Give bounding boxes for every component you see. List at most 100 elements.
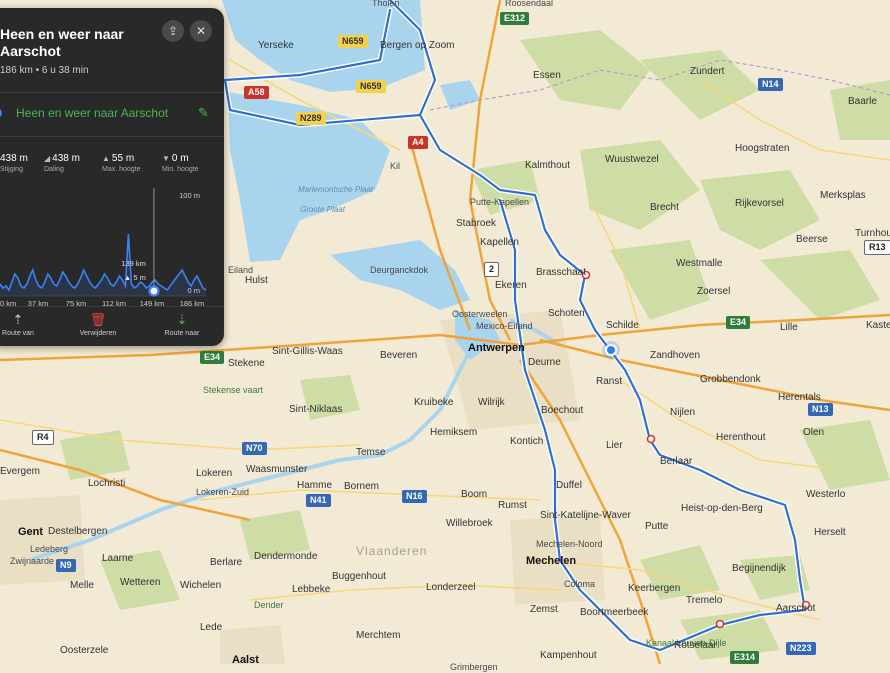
map-label[interactable]: Wetteren bbox=[120, 577, 160, 589]
map-label[interactable]: Merksplas bbox=[820, 190, 866, 202]
map-label[interactable]: Boechout bbox=[541, 405, 583, 417]
map-label[interactable]: Lokeren-Zuid bbox=[196, 486, 249, 498]
map-label[interactable]: Rotselaar bbox=[674, 640, 717, 652]
map-label[interactable]: Grimbergen bbox=[450, 661, 498, 673]
map-label[interactable]: Dender bbox=[254, 599, 284, 611]
map-label[interactable]: Putte-Kapellen bbox=[470, 196, 529, 208]
map-label[interactable]: Turnhout bbox=[855, 228, 890, 240]
map-label[interactable]: Heist-op-den-Berg bbox=[681, 503, 763, 515]
map-label[interactable]: Westerlo bbox=[806, 489, 845, 501]
map-label[interactable]: Lier bbox=[606, 440, 623, 452]
map-label[interactable]: Schilde bbox=[606, 320, 639, 332]
map-label[interactable]: Duffel bbox=[556, 480, 582, 492]
map-label[interactable]: Olen bbox=[803, 427, 824, 439]
map-label[interactable]: Mexico-Eiland bbox=[476, 320, 533, 332]
map-label[interactable]: Hulst bbox=[245, 275, 268, 287]
map-label[interactable]: Stekene bbox=[228, 358, 265, 370]
map-label[interactable]: Melle bbox=[70, 580, 94, 592]
delete-button[interactable]: 🗑 Verwijderen bbox=[74, 313, 122, 338]
map-label[interactable]: Boom bbox=[461, 489, 487, 501]
map-label[interactable]: Eiland bbox=[228, 264, 253, 276]
map-label[interactable]: Antwerpen bbox=[468, 342, 525, 354]
map-label[interactable]: Waasmunster bbox=[246, 464, 307, 476]
map-label[interactable]: Tholen bbox=[372, 0, 400, 9]
map-label[interactable]: Mechelen bbox=[526, 555, 576, 567]
map-label[interactable]: Zandhoven bbox=[650, 350, 700, 362]
share-button[interactable]: ⇪ bbox=[162, 20, 184, 42]
map-label[interactable]: Vlaanderen bbox=[356, 545, 427, 557]
map-label[interactable]: Begijnendijk bbox=[732, 563, 786, 575]
map-label[interactable]: Groote Plaat bbox=[300, 204, 345, 216]
map-label[interactable]: Sint-Gillis-Waas bbox=[272, 346, 343, 358]
route-stop-pin[interactable] bbox=[646, 434, 656, 444]
map-label[interactable]: Wichelen bbox=[180, 580, 221, 592]
map-label[interactable]: Zwijnaarde bbox=[10, 555, 54, 567]
map-label[interactable]: Gent bbox=[18, 526, 43, 538]
route-from-button[interactable]: ⇡ Route van bbox=[0, 313, 36, 338]
map-label[interactable]: Mechelen-Noord bbox=[536, 538, 603, 550]
map-label[interactable]: Herselt bbox=[814, 527, 846, 539]
edit-pencil-icon[interactable]: ✎ bbox=[198, 105, 209, 121]
map-label[interactable]: Ekeren bbox=[495, 280, 527, 292]
map-label[interactable]: Beerse bbox=[796, 234, 828, 246]
map-label[interactable]: Aalst bbox=[232, 654, 259, 666]
map-label[interactable]: Stabroek bbox=[456, 218, 496, 230]
map-label[interactable]: Hoogstraten bbox=[735, 143, 789, 155]
map-label[interactable]: Essen bbox=[533, 70, 561, 82]
map-label[interactable]: Deurganckdok bbox=[370, 264, 428, 276]
map-label[interactable]: Zoersel bbox=[697, 286, 730, 298]
map-label[interactable]: Oosterweelen bbox=[452, 308, 508, 320]
map-label[interactable]: Lille bbox=[780, 322, 798, 334]
map-label[interactable]: Deurne bbox=[528, 357, 561, 369]
map-label[interactable]: Lebbeke bbox=[292, 584, 330, 596]
map-label[interactable]: Lochristi bbox=[88, 478, 125, 490]
map-label[interactable]: Coloma bbox=[564, 578, 595, 590]
map-label[interactable]: Kasterlee bbox=[866, 320, 890, 332]
map-label[interactable]: Lede bbox=[200, 622, 222, 634]
close-button[interactable]: ✕ bbox=[190, 20, 212, 42]
map-label[interactable]: Westmalle bbox=[676, 258, 723, 270]
map-label[interactable]: Wilrijk bbox=[478, 397, 505, 409]
map-label[interactable]: Kontich bbox=[510, 436, 543, 448]
map-label[interactable]: Sint-Katelijne-Waver bbox=[540, 510, 631, 522]
route-stop-pin[interactable] bbox=[715, 619, 725, 629]
map-label[interactable]: Kil bbox=[390, 160, 400, 172]
map-label[interactable]: Oosterzele bbox=[60, 645, 108, 657]
map-label[interactable]: Temse bbox=[356, 447, 385, 459]
map-label[interactable]: Brecht bbox=[650, 202, 679, 214]
map-label[interactable]: Kapellen bbox=[480, 237, 519, 249]
current-location-marker[interactable] bbox=[602, 341, 620, 359]
map-label[interactable]: Bornem bbox=[344, 481, 379, 493]
route-name-field[interactable]: Heen en weer naar Aarschot bbox=[16, 106, 168, 120]
map-label[interactable]: Baarle bbox=[848, 96, 877, 108]
map-label[interactable]: Ledeberg bbox=[30, 543, 68, 555]
map-label[interactable]: Hamme bbox=[297, 480, 332, 492]
map-label[interactable]: Hemiksem bbox=[430, 427, 477, 439]
map-label[interactable]: Zundert bbox=[690, 66, 724, 78]
map-label[interactable]: Rumst bbox=[498, 500, 527, 512]
map-label[interactable]: Grobbendonk bbox=[700, 374, 761, 386]
map-label[interactable]: Buggenhout bbox=[332, 571, 386, 583]
map-label[interactable]: Boortmeerbeek bbox=[580, 607, 648, 619]
map-label[interactable]: Dendermonde bbox=[254, 551, 317, 563]
map-label[interactable]: Merchtem bbox=[356, 630, 400, 642]
map-label[interactable]: Keerbergen bbox=[628, 583, 680, 595]
map-label[interactable]: Yerseke bbox=[258, 40, 294, 52]
map-label[interactable]: Schoten bbox=[548, 308, 585, 320]
map-label[interactable]: Wuustwezel bbox=[605, 154, 659, 166]
map-label[interactable]: Sint-Niklaas bbox=[289, 404, 342, 416]
map-label[interactable]: Tremelo bbox=[686, 595, 722, 607]
map-label[interactable]: Bergen op Zoom bbox=[380, 40, 455, 52]
map-label[interactable]: Marlemontsche Plaat bbox=[298, 184, 373, 196]
map-label[interactable]: Destelbergen bbox=[48, 526, 107, 538]
route-to-button[interactable]: ⇣ Route naar bbox=[158, 313, 206, 338]
map-label[interactable]: Willebroek bbox=[446, 518, 493, 530]
map-label[interactable]: Londerzeel bbox=[426, 582, 475, 594]
map-label[interactable]: Laarne bbox=[102, 553, 133, 565]
map-label[interactable]: Berlaar bbox=[660, 456, 692, 468]
elevation-chart[interactable]: 100 m0 m139 km▲ 5 m0 km 37 km 75 km 112 km 1… bbox=[0, 178, 224, 308]
map-label[interactable]: Lokeren bbox=[196, 468, 232, 480]
map-label[interactable]: Beveren bbox=[380, 350, 417, 362]
map-label[interactable]: Kruibeke bbox=[414, 397, 453, 409]
map-label[interactable]: Aarschot bbox=[776, 603, 815, 615]
